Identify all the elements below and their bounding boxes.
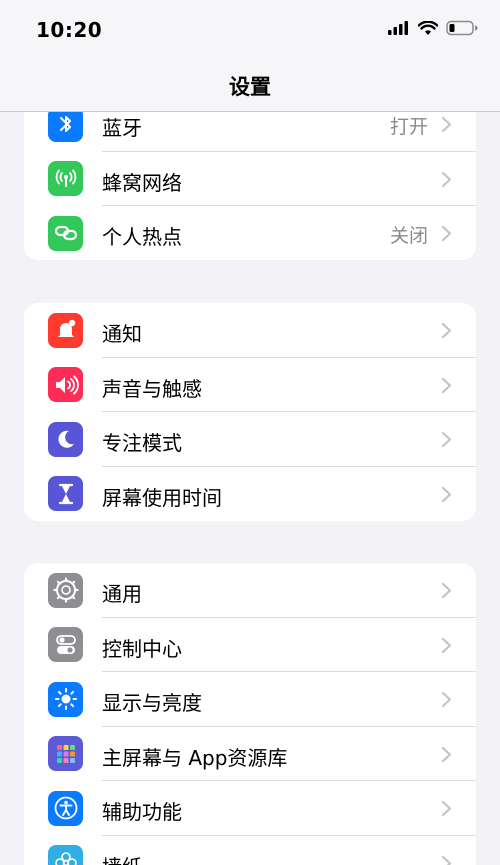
wifi-icon xyxy=(418,20,438,35)
settings-row-hotspot[interactable]: 个人热点 关闭 xyxy=(24,206,476,260)
chevron-right-icon xyxy=(441,691,452,708)
chevron-right-icon xyxy=(441,116,452,133)
gear-icon xyxy=(48,572,83,608)
cellular-antenna-icon xyxy=(48,161,83,196)
chevron-right-icon xyxy=(441,431,452,448)
settings-row-label: 个人热点 xyxy=(102,225,182,249)
app-grid-icon xyxy=(48,736,83,771)
settings-row-control-center[interactable]: 控制中心 xyxy=(24,618,476,672)
settings-row-screen-time[interactable]: 屏幕使用时间 xyxy=(24,467,476,522)
navigation-bar: 设置 xyxy=(0,60,500,112)
chevron-right-icon xyxy=(441,855,452,865)
settings-row-home-screen[interactable]: 主屏幕与 App资源库 xyxy=(24,727,476,781)
settings-row-label: 屏幕使用时间 xyxy=(102,485,222,510)
battery-icon xyxy=(446,20,478,36)
chevron-right-icon xyxy=(441,171,452,187)
settings-scroll-area[interactable]: 蓝牙 打开 蜂窝网络 个人热点 关闭 通知 声音与触感 专注模式 屏幕使用时间 … xyxy=(0,0,500,865)
settings-row-accessibility[interactable]: 辅助功能 xyxy=(24,781,476,836)
settings-row-value: 打开 xyxy=(389,116,428,138)
hotspot-link-icon xyxy=(48,215,83,251)
settings-row-sounds[interactable]: 声音与触感 xyxy=(24,358,476,412)
chevron-right-icon xyxy=(441,322,452,339)
settings-row-general[interactable]: 通用 xyxy=(24,563,476,618)
settings-row-wallpaper[interactable]: 墙纸 xyxy=(24,836,476,865)
settings-row-label: 通知 xyxy=(102,322,142,346)
bell-icon xyxy=(48,312,83,348)
hourglass-icon xyxy=(48,476,83,511)
settings-row-label: 专注模式 xyxy=(102,431,182,455)
settings-row-label: 声音与触感 xyxy=(102,376,202,401)
settings-row-label: 显示与亮度 xyxy=(102,691,202,715)
flower-icon xyxy=(48,845,83,865)
cellular-signal-icon xyxy=(388,21,408,35)
settings-row-label: 通用 xyxy=(102,582,142,606)
settings-row-label: 辅助功能 xyxy=(102,800,182,824)
toggles-icon xyxy=(48,627,83,662)
status-icons xyxy=(388,20,478,36)
general-group: 通用 控制中心 显示与亮度 主屏幕与 App资源库 辅助功能 xyxy=(24,563,476,865)
settings-row-notifications[interactable]: 通知 xyxy=(24,303,476,358)
chevron-right-icon xyxy=(441,377,452,393)
chevron-right-icon xyxy=(441,800,452,817)
accessibility-icon xyxy=(48,790,83,826)
settings-row-label: 墙纸 xyxy=(102,851,142,865)
sun-icon xyxy=(48,681,83,717)
settings-row-cellular[interactable]: 蜂窝网络 xyxy=(24,152,476,206)
chevron-right-icon xyxy=(441,582,452,599)
chevron-right-icon xyxy=(441,746,452,762)
chevron-right-icon xyxy=(441,637,452,653)
page-title: 设置 xyxy=(229,75,271,99)
settings-row-label: 主屏幕与 App资源库 xyxy=(102,745,288,770)
speaker-icon xyxy=(48,367,83,402)
moon-icon xyxy=(48,421,83,457)
status-bar: 10:20 xyxy=(0,0,500,60)
settings-row-label: 蓝牙 xyxy=(102,116,142,140)
settings-row-display[interactable]: 显示与亮度 xyxy=(24,672,476,727)
status-time: 10:20 xyxy=(36,18,103,42)
settings-row-label: 蜂窝网络 xyxy=(102,170,182,195)
settings-row-focus[interactable]: 专注模式 xyxy=(24,412,476,467)
notifications-group: 通知 声音与触感 专注模式 屏幕使用时间 xyxy=(24,303,476,521)
chevron-right-icon xyxy=(441,486,452,502)
settings-row-label: 控制中心 xyxy=(102,636,182,661)
settings-row-value: 关闭 xyxy=(389,225,428,247)
chevron-right-icon xyxy=(441,225,452,242)
